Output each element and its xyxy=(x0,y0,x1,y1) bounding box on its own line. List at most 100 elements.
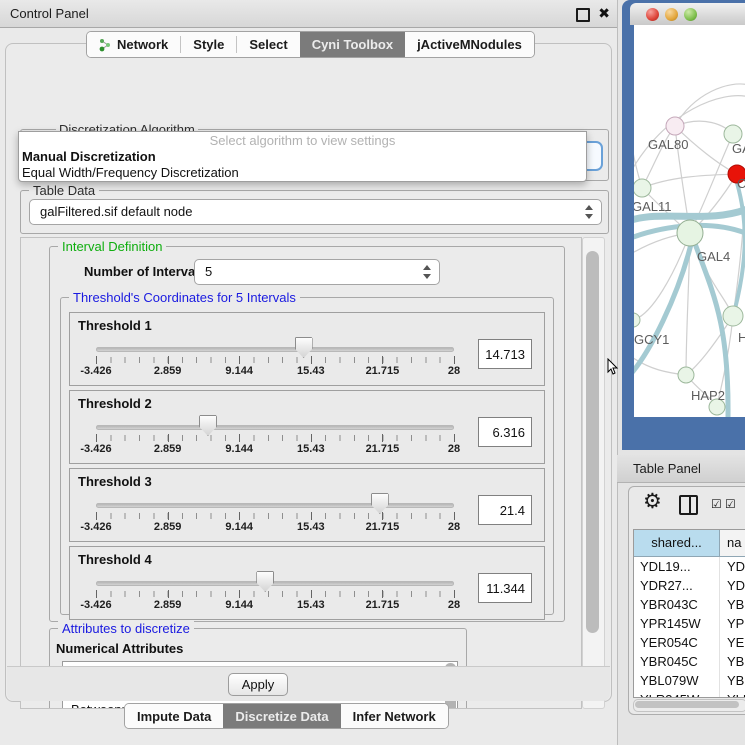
combo-stepper-icon xyxy=(423,265,431,279)
table-header-row: shared... na xyxy=(634,530,745,557)
network-window-titlebar[interactable] xyxy=(630,3,745,25)
threshold-value-input[interactable]: 6.316 xyxy=(478,417,532,447)
column-header-shared-name[interactable]: shared... xyxy=(634,530,720,556)
threshold-slider[interactable]: -3.426 2.859 9.144 15.43 21.715 28 xyxy=(96,569,454,615)
slider-track[interactable] xyxy=(96,425,454,430)
float-window-icon[interactable] xyxy=(576,8,590,22)
vertical-scrollbar[interactable] xyxy=(582,237,605,709)
node-gal80[interactable] xyxy=(666,117,684,135)
bottom-tab-bar: Impute Data Discretize Data Infer Networ… xyxy=(124,703,449,729)
zoom-traffic-light[interactable] xyxy=(684,8,697,21)
threshold-slider[interactable]: -3.426 2.859 9.144 15.43 21.715 28 xyxy=(96,335,454,381)
algorithm-dropdown-popup: Select algorithm to view settings Manual… xyxy=(18,131,587,182)
number-of-intervals-combobox[interactable]: 5 xyxy=(194,259,440,285)
threshold-panel: Threshold 4 xyxy=(69,546,545,620)
table-row[interactable]: YDR27... YDR2 xyxy=(634,576,745,595)
scale-label: 2.859 xyxy=(154,521,182,533)
column-header-name[interactable]: na xyxy=(720,530,745,556)
algorithm-placeholder-option[interactable]: Select algorithm to view settings xyxy=(19,132,586,149)
apply-button[interactable]: Apply xyxy=(228,673,288,696)
slider-major-tick xyxy=(454,512,455,520)
cell-shared-name: YDL19... xyxy=(634,557,719,576)
node-gal4[interactable] xyxy=(677,220,703,246)
apply-strip: Apply xyxy=(7,666,610,701)
threshold-label: Threshold 4 xyxy=(78,552,152,567)
slider-minor-ticks xyxy=(96,435,454,441)
tab-select[interactable]: Select xyxy=(237,32,299,57)
threshold-value-input[interactable]: 21.4 xyxy=(478,495,532,525)
cell-name: YDL1 xyxy=(719,557,745,576)
vertical-scrollbar-thumb[interactable] xyxy=(586,251,599,633)
slider-track[interactable] xyxy=(96,347,454,352)
slider-major-tick xyxy=(168,356,169,364)
node-label: GA xyxy=(732,141,745,156)
tab-label: Network xyxy=(117,37,168,52)
table-row[interactable]: YBR045C YBR0 xyxy=(634,652,745,671)
table-panel-card: ⚙ ☑ ☑ shared... na YDL19... YDL1 YDR27..… xyxy=(628,486,745,715)
control-panel-titlebar: Control Panel ✖ xyxy=(0,0,617,28)
threshold-slider[interactable]: -3.426 2.859 9.144 15.43 21.715 28 xyxy=(96,491,454,537)
node-gcy1[interactable] xyxy=(634,313,640,327)
checkbox-icon[interactable]: ☑ xyxy=(725,497,736,511)
number-of-intervals-label: Number of Intervals xyxy=(84,264,206,279)
network-graph: GAL80 GA C GAL11 GAL4 GCY1 H HAP2 xyxy=(634,25,745,417)
tab-style[interactable]: Style xyxy=(181,32,236,57)
screen: Control Panel ✖ Network Style Select Cyn… xyxy=(0,0,745,745)
column-layout-icon[interactable] xyxy=(679,495,698,515)
table-row[interactable]: YDL19... YDL1 xyxy=(634,557,745,576)
tab-impute-data[interactable]: Impute Data xyxy=(125,704,223,728)
interval-definition-title: Interval Definition xyxy=(58,239,166,254)
slider-major-tick xyxy=(311,356,312,364)
slider-thumb[interactable] xyxy=(371,493,389,514)
threshold-coordinates-group: Threshold's Coordinates for 5 Intervals … xyxy=(60,297,554,615)
threshold-label: Threshold 1 xyxy=(78,318,152,333)
table-row[interactable]: YER054C YER0 xyxy=(634,633,745,652)
threshold-coordinates-title: Threshold's Coordinates for 5 Intervals xyxy=(69,290,300,305)
slider-track[interactable] xyxy=(96,581,454,586)
tab-jactivemnodules[interactable]: jActiveMNodules xyxy=(405,32,534,57)
close-traffic-light[interactable] xyxy=(646,8,659,21)
table-row[interactable]: YBL079W YBL0 xyxy=(634,671,745,690)
slider-thumb[interactable] xyxy=(256,571,274,592)
table-data-combobox[interactable]: galFiltered.sif default node xyxy=(29,199,602,225)
network-canvas[interactable]: GAL80 GA C GAL11 GAL4 GCY1 H HAP2 xyxy=(634,25,745,417)
algorithm-option-manual[interactable]: Manual Discretization xyxy=(19,149,586,165)
table-row[interactable]: YBR043C YBR0 xyxy=(634,595,745,614)
scale-label: 28 xyxy=(448,599,460,611)
slider-major-tick xyxy=(239,434,240,442)
checkbox-icon[interactable]: ☑ xyxy=(711,497,722,511)
node-hap2[interactable] xyxy=(678,367,694,383)
threshold-label: Threshold 2 xyxy=(78,396,152,411)
scale-label: 28 xyxy=(448,443,460,455)
close-icon[interactable]: ✖ xyxy=(598,5,610,22)
horizontal-scrollbar-thumb[interactable] xyxy=(635,701,739,708)
node-gal11[interactable] xyxy=(634,179,651,197)
threshold-panel: Threshold 1 xyxy=(69,312,545,386)
table-row[interactable]: YLR345W YLR3 xyxy=(634,690,745,698)
threshold-value-input[interactable]: 14.713 xyxy=(478,339,532,369)
slider-minor-ticks xyxy=(96,513,454,519)
table-row[interactable]: YPR145W YPR1 xyxy=(634,614,745,633)
slider-thumb[interactable] xyxy=(199,415,217,436)
horizontal-scrollbar[interactable] xyxy=(633,699,745,712)
threshold-slider[interactable]: -3.426 2.859 9.144 15.43 21.715 28 xyxy=(96,413,454,459)
slider-thumb[interactable] xyxy=(295,337,313,358)
tab-network[interactable]: Network xyxy=(87,32,180,57)
cell-name: YBR0 xyxy=(719,652,745,671)
cell-name: YLR3 xyxy=(719,690,745,698)
algorithm-option-equal-width[interactable]: Equal Width/Frequency Discretization xyxy=(19,165,586,181)
cell-shared-name: YBL079W xyxy=(634,671,719,690)
cell-shared-name: YBR045C xyxy=(634,652,719,671)
slider-track[interactable] xyxy=(96,503,454,508)
minimize-traffic-light[interactable] xyxy=(665,8,678,21)
scale-label: 28 xyxy=(448,365,460,377)
threshold-value-input[interactable]: 11.344 xyxy=(478,573,532,603)
tab-label: Style xyxy=(193,37,224,52)
tab-infer-network[interactable]: Infer Network xyxy=(341,704,448,728)
node-h[interactable] xyxy=(723,306,743,326)
gear-icon[interactable]: ⚙ xyxy=(643,489,662,514)
cell-name: YDR2 xyxy=(719,576,745,595)
tab-discretize-data[interactable]: Discretize Data xyxy=(223,704,340,728)
combo-stepper-icon xyxy=(585,205,593,219)
tab-cyni-toolbox[interactable]: Cyni Toolbox xyxy=(300,32,405,57)
